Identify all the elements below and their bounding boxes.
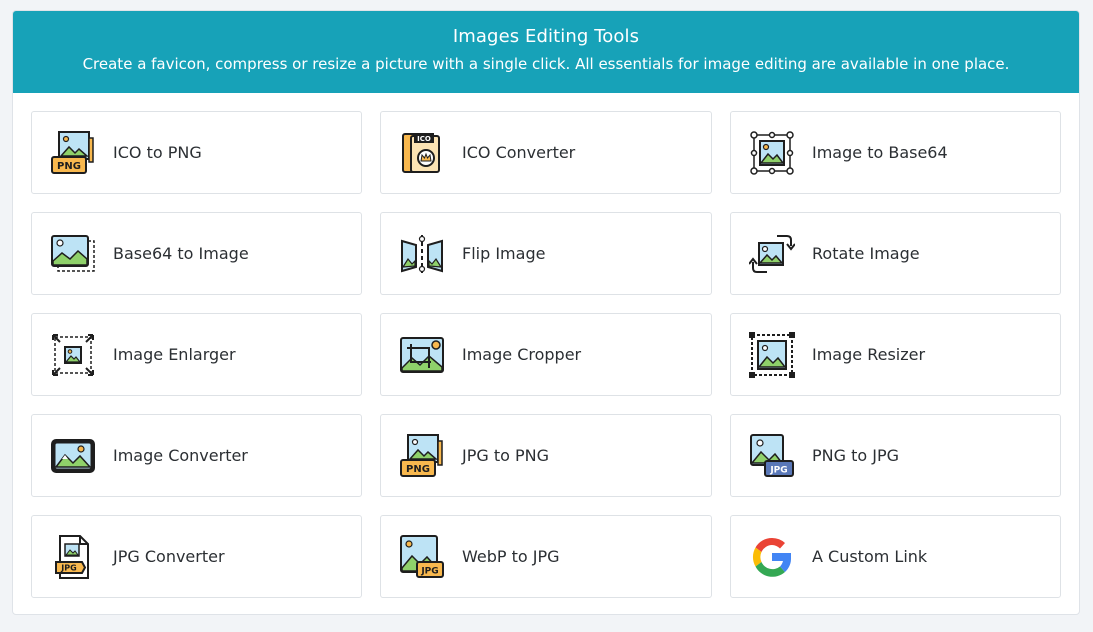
rotate-image-icon [749, 231, 795, 277]
tool-label: Image Enlarger [113, 345, 236, 364]
tool-card-webp-to-jpg[interactable]: JPG WebP to JPG [380, 515, 712, 598]
tool-label: Base64 to Image [113, 244, 249, 263]
tool-card-rotate-image[interactable]: Rotate Image [730, 212, 1061, 295]
tool-label: A Custom Link [812, 547, 928, 566]
tool-label: Rotate Image [812, 244, 920, 263]
tools-grid: PNG ICO to PNG ICO ICO Converter Image t… [31, 111, 1062, 598]
jpg-to-png-icon: PNG [399, 433, 445, 479]
tool-card-custom-link[interactable]: A Custom Link [730, 515, 1061, 598]
webp-to-jpg-icon: JPG [399, 534, 445, 580]
tool-card-ico-converter[interactable]: ICO ICO Converter [380, 111, 712, 194]
tool-label: Image to Base64 [812, 143, 948, 162]
tool-card-image-cropper[interactable]: Image Cropper [380, 313, 712, 396]
image-converter-icon [50, 433, 96, 479]
jpg-badge-text: JPG [769, 465, 787, 475]
image-enlarger-icon [50, 332, 96, 378]
png-badge-text: PNG [57, 161, 81, 172]
tool-card-image-to-base64[interactable]: Image to Base64 [730, 111, 1061, 194]
ico-badge-text: ICO [417, 135, 431, 143]
tool-label: ICO Converter [462, 143, 576, 162]
tool-card-png-to-jpg[interactable]: JPG PNG to JPG [730, 414, 1061, 497]
base64-to-image-icon [50, 231, 96, 277]
tool-label: Image Resizer [812, 345, 926, 364]
tool-card-jpg-to-png[interactable]: PNG JPG to PNG [380, 414, 712, 497]
tool-label: PNG to JPG [812, 446, 900, 465]
tool-label: JPG to PNG [462, 446, 550, 465]
jpg-badge-text: JPG [420, 566, 438, 576]
image-cropper-icon [399, 332, 445, 378]
tool-card-image-converter[interactable]: Image Converter [31, 414, 362, 497]
tool-label: ICO to PNG [113, 143, 202, 162]
tool-label: Image Cropper [462, 345, 582, 364]
png-badge-text: PNG [406, 464, 430, 475]
tool-label: Image Converter [113, 446, 248, 465]
page-title: Images Editing Tools [452, 26, 640, 47]
ico-to-png-icon: PNG [50, 130, 96, 176]
tool-label: WebP to JPG [462, 547, 560, 566]
tool-card-base64-to-image[interactable]: Base64 to Image [31, 212, 362, 295]
flip-image-icon [399, 231, 445, 277]
jpg-converter-icon: JPG [50, 534, 96, 580]
image-to-base64-icon [749, 130, 795, 176]
tool-card-flip-image[interactable]: Flip Image [380, 212, 712, 295]
tool-card-image-resizer[interactable]: Image Resizer [730, 313, 1061, 396]
tool-label: JPG Converter [113, 547, 225, 566]
page-subtitle: Create a favicon, compress or resize a p… [82, 55, 1010, 73]
jpg-badge-text: JPG [60, 563, 76, 572]
tool-card-jpg-converter[interactable]: JPG JPG Converter [31, 515, 362, 598]
image-resizer-icon [749, 331, 795, 378]
tool-label: Flip Image [462, 244, 546, 263]
tool-card-ico-to-png[interactable]: PNG ICO to PNG [31, 111, 362, 194]
tool-card-image-enlarger[interactable]: Image Enlarger [31, 313, 362, 396]
tools-panel: Images Editing Tools Create a favicon, c… [12, 10, 1080, 615]
png-to-jpg-icon: JPG [749, 433, 795, 479]
google-icon [749, 534, 795, 580]
panel-header: Images Editing Tools Create a favicon, c… [13, 11, 1079, 93]
ico-converter-icon: ICO [399, 130, 445, 176]
